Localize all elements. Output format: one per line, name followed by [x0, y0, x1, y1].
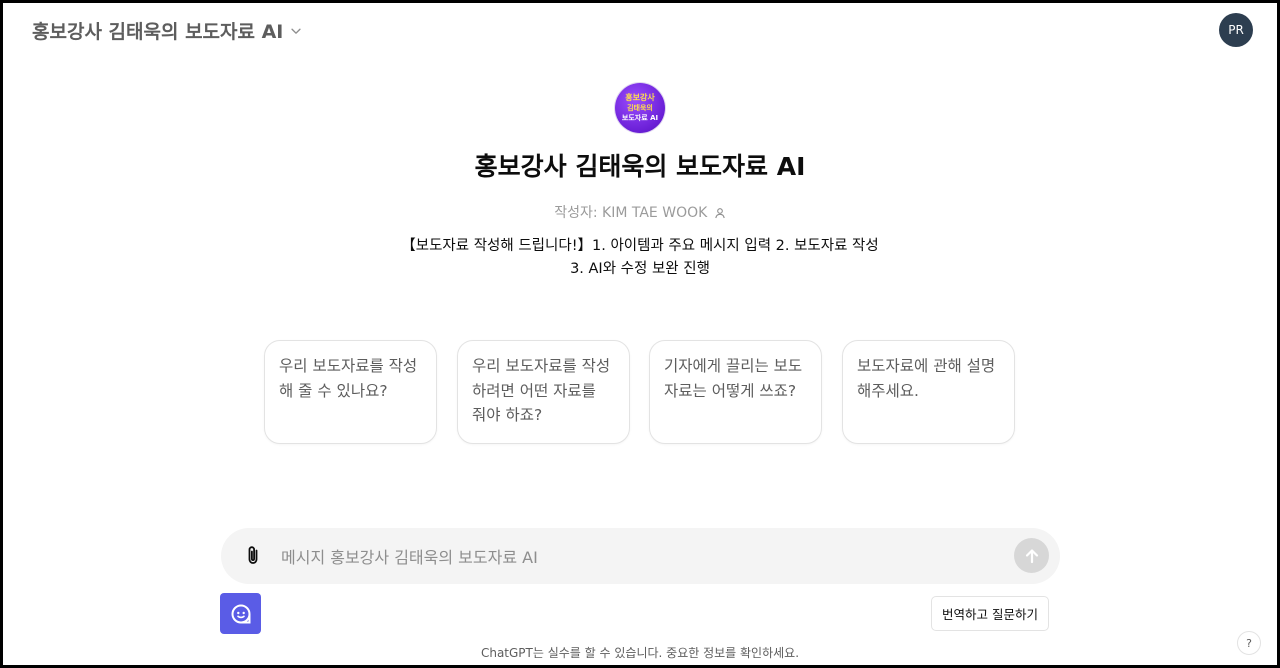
chat-bubble-icon	[231, 604, 250, 623]
logo-text-line2: 김태욱의	[627, 104, 653, 112]
suggestion-text: 우리 보도자료를 작성해 줄 수 있나요?	[279, 357, 418, 400]
user-avatar[interactable]: PR	[1219, 13, 1253, 47]
logo-text-line1: 홍보강사	[625, 93, 655, 102]
suggestion-card-2[interactable]: 우리 보도자료를 작성하려면 어떤 자료를 줘야 하죠?	[457, 340, 630, 444]
help-button[interactable]: ?	[1237, 631, 1261, 655]
suggestion-text: 보도자료에 관해 설명해주세요.	[857, 357, 996, 400]
suggestion-card-3[interactable]: 기자에게 끌리는 보도자료는 어떻게 쓰죠?	[649, 340, 822, 444]
logo-text-line3: 보도자료 AI	[621, 114, 659, 122]
extension-button[interactable]	[220, 593, 261, 634]
chevron-down-icon	[291, 28, 302, 34]
app-window: 홍보강사 김태욱의 보도자료 AI PR 홍보강사 김태욱의 보도자료 AI 홍…	[3, 3, 1277, 665]
author-prefix: 작성자:	[554, 205, 598, 221]
help-icon: ?	[1246, 636, 1252, 650]
arrow-up-icon	[1025, 548, 1038, 563]
suggestion-card-4[interactable]: 보도자료에 관해 설명해주세요.	[842, 340, 1015, 444]
author-line: 작성자: KIM TAE WOOK	[3, 202, 1277, 222]
user-icon	[715, 208, 725, 219]
message-input[interactable]	[279, 543, 983, 571]
gpt-description: 【보도자료 작성해 드립니다!】1. 아이템과 주요 메시지 입력 2. 보도자…	[401, 238, 879, 277]
suggestion-text: 기자에게 끌리는 보도자료는 어떻게 쓰죠?	[664, 357, 803, 400]
translate-ask-button[interactable]: 번역하고 질문하기	[931, 596, 1049, 631]
gpt-title: 홍보강사 김태욱의 보도자료 AI	[474, 152, 806, 181]
gpt-logo: 홍보강사 김태욱의 보도자료 AI	[615, 83, 665, 133]
avatar-initials: PR	[1228, 23, 1244, 37]
paperclip-icon[interactable]	[241, 544, 265, 568]
suggestion-text: 우리 보도자료를 작성하려면 어떤 자료를 줘야 하죠?	[472, 357, 611, 424]
footer-disclaimer: ChatGPT는 실수를 할 수 있습니다. 중요한 정보를 확인하세요.	[480, 646, 800, 660]
header-title: 홍보강사 김태욱의 보도자료 AI	[32, 21, 284, 43]
suggestion-card-1[interactable]: 우리 보도자료를 작성해 줄 수 있나요?	[264, 340, 437, 444]
message-composer	[221, 528, 1060, 584]
gpt-selector[interactable]: 홍보강사 김태욱의 보도자료 AI	[32, 17, 303, 44]
author-name[interactable]: KIM TAE WOOK	[602, 205, 707, 221]
send-button[interactable]	[1014, 538, 1049, 573]
